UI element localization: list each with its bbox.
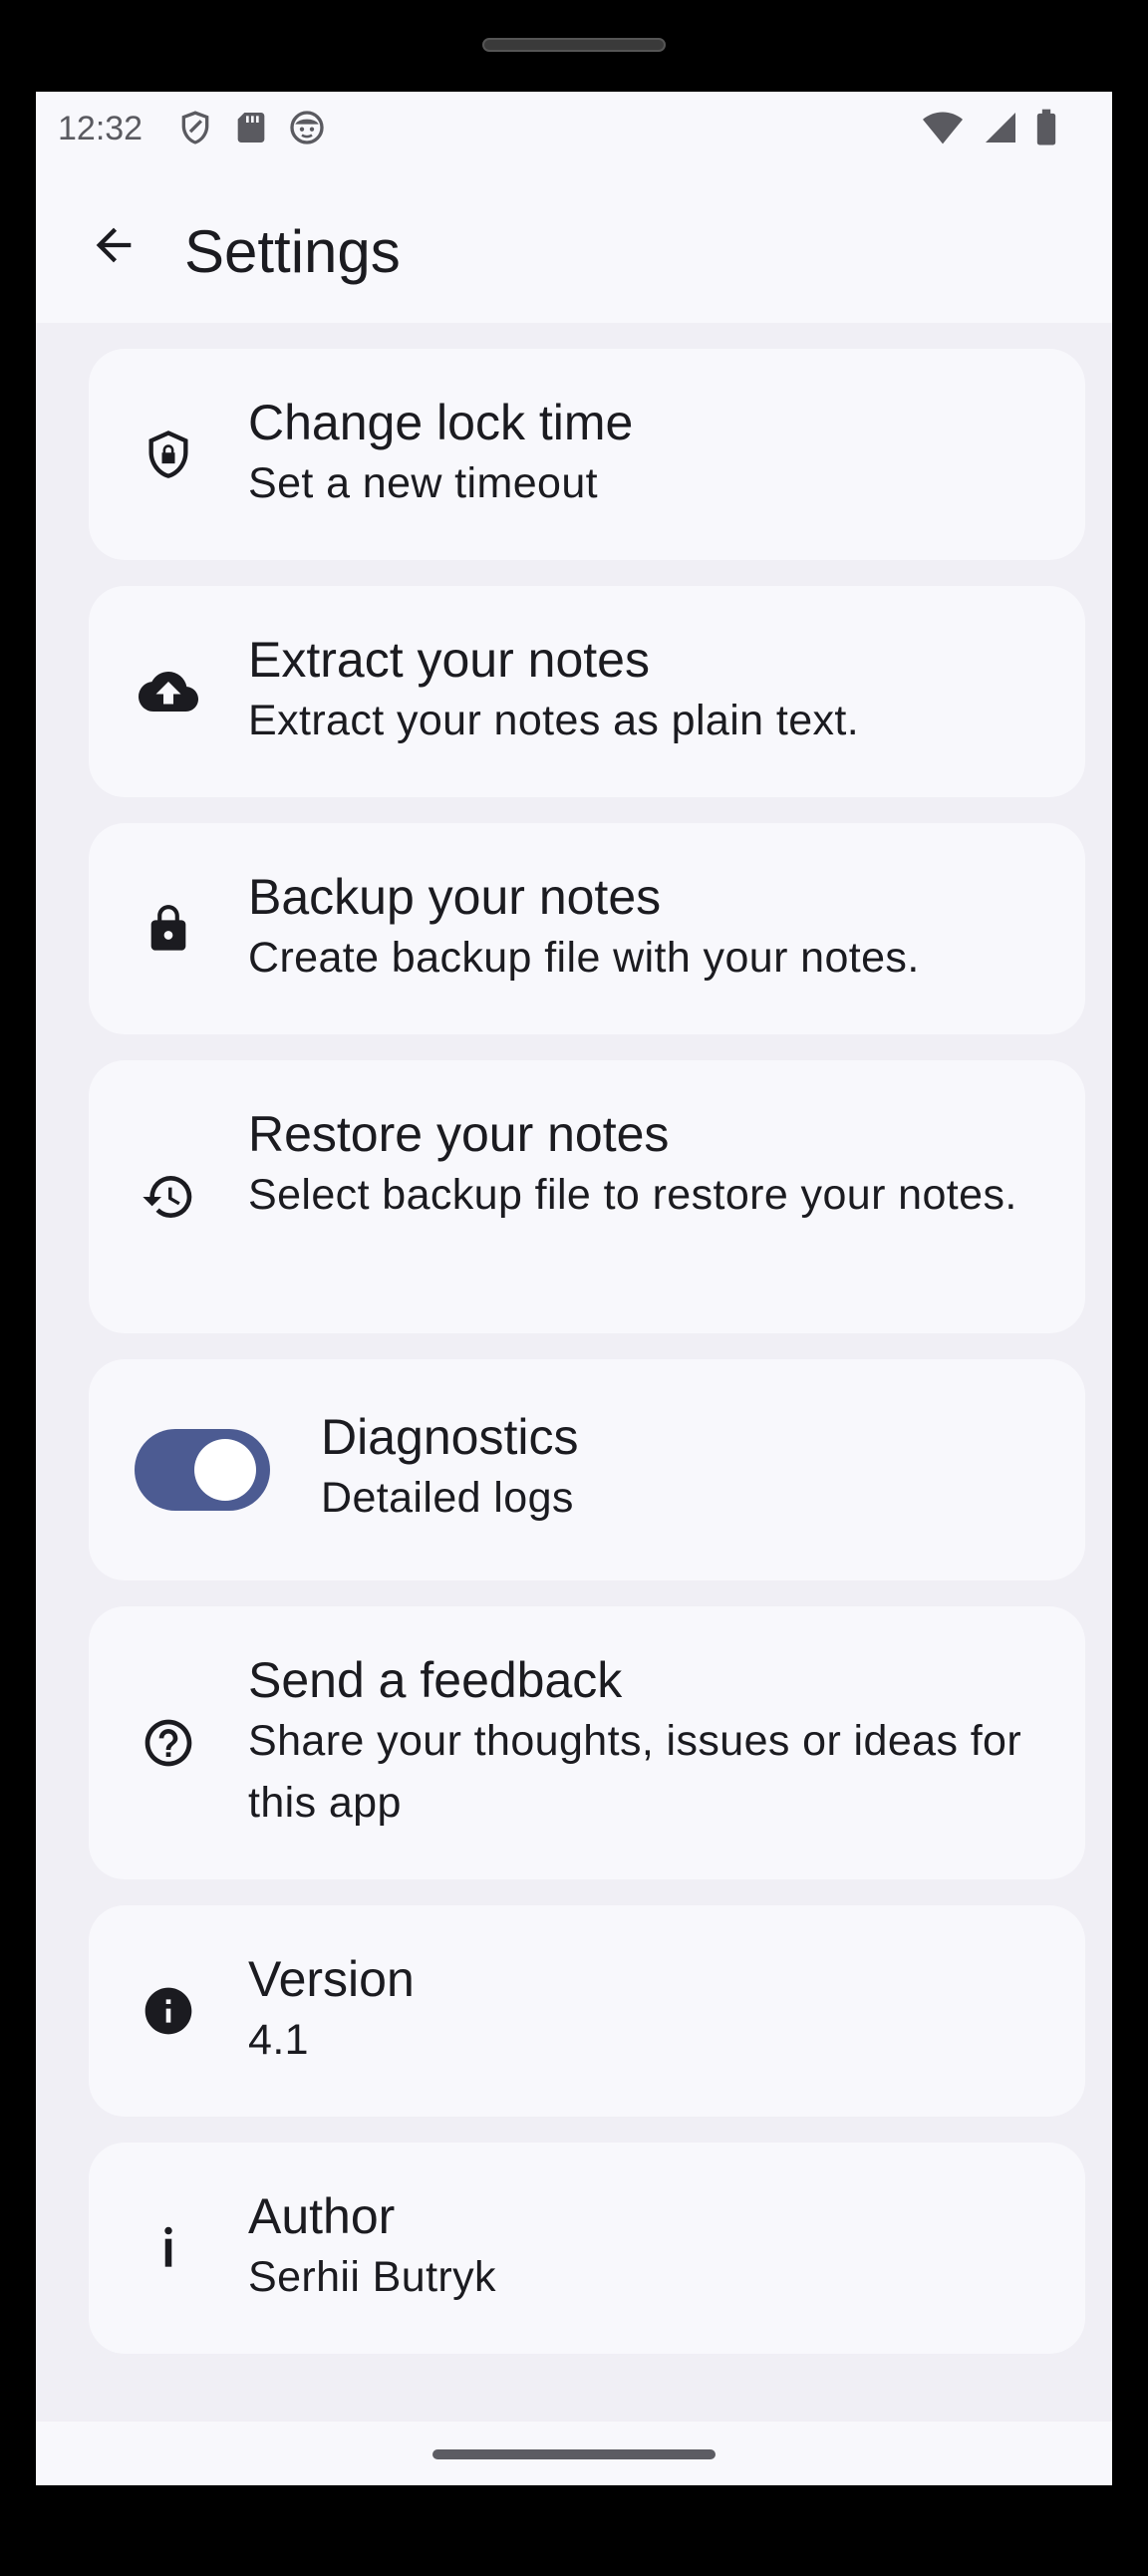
gesture-handle[interactable]: [432, 2449, 716, 2459]
setting-change-lock-time[interactable]: Change lock time Set a new timeout: [89, 349, 1085, 560]
setting-subtitle: Extract your notes as plain text.: [248, 697, 860, 744]
setting-subtitle: Serhii Butryk: [248, 2253, 496, 2301]
setting-title: Diagnostics: [321, 1409, 579, 1465]
setting-extract-notes[interactable]: Extract your notes Extract your notes as…: [89, 586, 1085, 797]
settings-list: Change lock time Set a new timeout Extra…: [89, 349, 1085, 2380]
setting-title: Author: [248, 2188, 396, 2244]
toggle-thumb: [194, 1439, 256, 1501]
help-circle-icon: [139, 1713, 198, 1773]
wifi-icon: [921, 108, 965, 147]
setting-subtitle: Select backup file to restore your notes…: [248, 1171, 1017, 1219]
setting-title: Restore your notes: [248, 1106, 670, 1162]
cloud-upload-icon: [139, 662, 198, 721]
setting-texts: Version 4.1: [248, 1949, 1035, 2071]
setting-send-feedback[interactable]: Send a feedback Share your thoughts, iss…: [89, 1606, 1085, 1879]
setting-subtitle: Detailed logs: [321, 1474, 574, 1522]
setting-title: Backup your notes: [248, 869, 662, 925]
setting-backup-notes[interactable]: Backup your notes Create backup file wit…: [89, 823, 1085, 1034]
lock-icon: [139, 899, 198, 959]
setting-texts: Send a feedback Share your thoughts, iss…: [248, 1650, 1035, 1834]
status-bar: 12:32: [36, 92, 1112, 179]
setting-texts: Author Serhii Butryk: [248, 2186, 1035, 2308]
face-icon: [287, 108, 327, 147]
device-speaker: [482, 38, 666, 52]
setting-texts: Backup your notes Create backup file wit…: [248, 867, 1035, 989]
setting-title: Send a feedback: [248, 1652, 623, 1708]
navigation-bar: [36, 2422, 1112, 2485]
screen: 12:32 Settings Change lock time Set a ne…: [36, 92, 1112, 2485]
shield-lock-icon: [139, 425, 198, 484]
status-time: 12:32: [58, 110, 144, 147]
setting-texts: Diagnostics Detailed logs: [321, 1407, 1035, 1529]
setting-title: Extract your notes: [248, 632, 650, 688]
page-title: Settings: [184, 218, 401, 285]
device-frame: 12:32 Settings Change lock time Set a ne…: [0, 0, 1148, 2576]
back-button[interactable]: [82, 215, 145, 279]
setting-title: Version: [248, 1951, 415, 2007]
setting-subtitle: Set a new timeout: [248, 459, 598, 507]
arrow-back-icon: [88, 219, 140, 276]
setting-subtitle: Create backup file with your notes.: [248, 934, 920, 982]
setting-subtitle: Share your thoughts, issues or ideas for…: [248, 1717, 1022, 1827]
shield-icon: [175, 108, 215, 147]
setting-texts: Change lock time Set a new timeout: [248, 393, 1035, 514]
setting-diagnostics[interactable]: Diagnostics Detailed logs: [89, 1359, 1085, 1580]
info-letter-icon: [139, 2218, 198, 2278]
setting-subtitle: 4.1: [248, 2016, 309, 2064]
info-icon: [139, 1981, 198, 2041]
setting-title: Change lock time: [248, 395, 634, 450]
battery-icon: [1032, 108, 1060, 147]
setting-version[interactable]: Version 4.1: [89, 1905, 1085, 2117]
setting-texts: Extract your notes Extract your notes as…: [248, 630, 1035, 751]
sd-card-icon: [231, 108, 271, 147]
setting-author[interactable]: Author Serhii Butryk: [89, 2143, 1085, 2354]
setting-restore-notes[interactable]: Restore your notes Select backup file to…: [89, 1060, 1085, 1333]
app-bar: Settings: [36, 179, 1112, 323]
history-icon: [139, 1167, 198, 1227]
diagnostics-toggle[interactable]: [135, 1429, 270, 1511]
setting-texts: Restore your notes Select backup file to…: [248, 1104, 1035, 1226]
cell-signal-icon: [981, 108, 1020, 147]
